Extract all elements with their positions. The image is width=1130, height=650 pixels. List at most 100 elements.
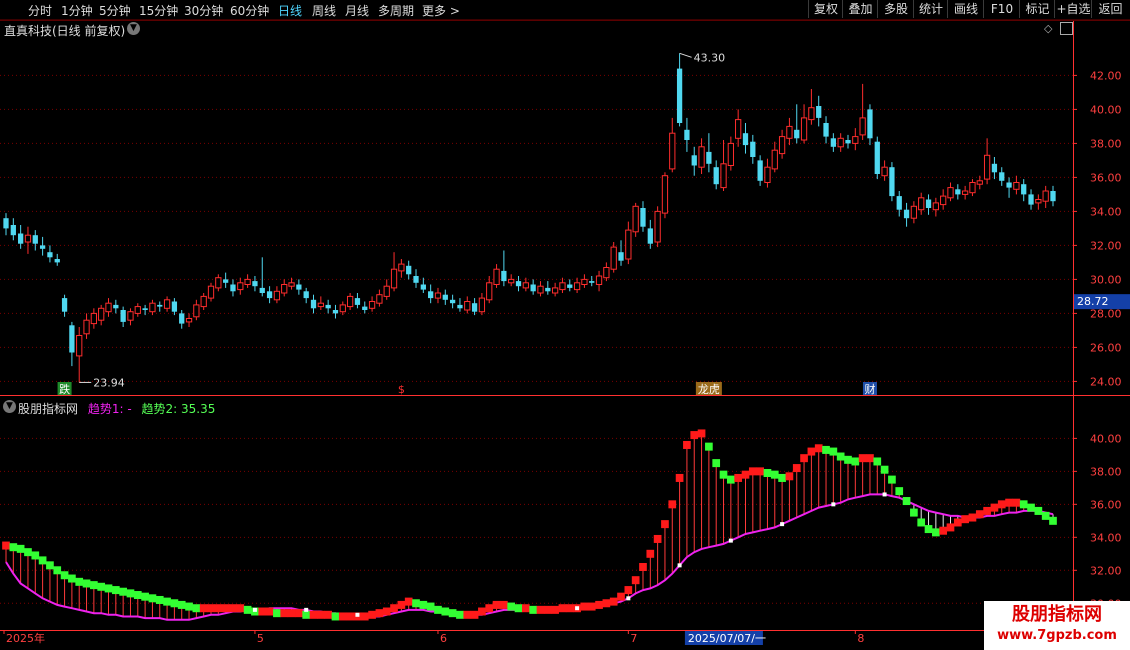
event-marker: 龙虎 <box>698 383 720 396</box>
trend2-block <box>631 576 640 585</box>
candle-up <box>134 306 141 314</box>
candle-up <box>852 136 859 144</box>
trend2-block <box>404 597 413 606</box>
trend2-block <box>690 431 699 440</box>
candle-up <box>910 205 918 219</box>
trend2-block <box>221 604 230 613</box>
trend2-block <box>163 597 171 606</box>
trend2-block <box>419 600 428 609</box>
trend2-block <box>360 612 369 621</box>
trend2-block <box>748 467 757 476</box>
trend2-block <box>126 589 135 598</box>
candle-down <box>39 245 46 249</box>
candle-down <box>61 298 68 312</box>
candle-up <box>727 142 734 166</box>
candle-down <box>647 228 653 244</box>
trend2-block <box>653 534 662 543</box>
trend2-block <box>155 595 164 604</box>
trend2-block <box>924 525 933 534</box>
trend2-block <box>390 604 398 613</box>
cursor-date: 2025/07/07/一 <box>688 632 766 645</box>
candle-up <box>346 295 354 308</box>
candle-up <box>581 278 588 285</box>
candle-down <box>120 310 126 322</box>
trend2-block <box>602 599 611 608</box>
trend2-block <box>514 604 523 613</box>
trend2-block <box>822 445 830 454</box>
trend2-block <box>287 609 296 618</box>
candle-down <box>589 281 595 283</box>
trend2-block <box>866 454 874 463</box>
candle-up <box>573 282 581 291</box>
signal-marker <box>728 538 733 543</box>
trend2-block <box>683 440 691 449</box>
candle-down <box>845 140 851 144</box>
y-tick-label: 34.00 <box>1090 531 1122 544</box>
y-tick-label: 28.00 <box>1090 307 1122 320</box>
candle-up <box>493 268 500 286</box>
high-pointer <box>679 52 692 58</box>
trend2-block <box>214 604 223 613</box>
trend2-block <box>68 574 76 583</box>
candle-up <box>983 154 991 180</box>
candle-down <box>750 141 756 157</box>
trend2-block <box>587 602 596 611</box>
candle-up <box>193 304 200 318</box>
candle-up <box>559 282 566 291</box>
candle-up <box>434 292 442 299</box>
trend2-block <box>31 551 40 560</box>
signal-marker <box>575 606 580 611</box>
candle-down <box>903 209 910 219</box>
trend2-block <box>910 508 918 517</box>
trend2-block <box>38 556 47 565</box>
candle-down <box>3 218 9 229</box>
candle-down <box>413 276 419 283</box>
trend2-block <box>975 510 984 519</box>
candle-up <box>368 301 376 309</box>
trend2-block <box>507 602 516 611</box>
trend2-block <box>75 577 84 586</box>
candle-down <box>142 308 148 310</box>
x-tick-label: 5 <box>257 632 264 645</box>
trend2-block <box>397 600 406 609</box>
trend2-block <box>141 592 149 601</box>
trend2-block <box>148 594 157 603</box>
candle-up <box>185 318 193 323</box>
low-annotation: 23.94 <box>93 376 125 389</box>
trend2-block <box>258 607 267 616</box>
trend2-block <box>543 605 552 614</box>
candle-up <box>962 190 969 195</box>
trend2-block <box>661 520 669 529</box>
candle-down <box>252 281 258 287</box>
trend2-block <box>551 605 559 614</box>
trend2-block <box>456 610 464 619</box>
trend2-block <box>309 610 318 619</box>
trend2-block <box>434 605 442 614</box>
trend2-block <box>668 500 677 509</box>
candle-down <box>266 291 273 299</box>
trend2-block <box>265 607 274 616</box>
candle-down <box>230 284 236 292</box>
trend2-block <box>873 457 882 466</box>
trend2-block <box>60 571 69 580</box>
candle-up <box>764 166 771 183</box>
trend2-block <box>2 541 10 550</box>
y-tick-label: 26.00 <box>1090 341 1122 354</box>
y-tick-label: 40.00 <box>1090 103 1122 116</box>
candle-up <box>859 117 866 136</box>
trend2-block <box>111 586 120 595</box>
candle-down <box>545 287 551 292</box>
candle-up <box>537 285 544 294</box>
candle-up <box>486 282 493 301</box>
trend2-block <box>441 607 450 616</box>
trend2-block <box>82 579 91 588</box>
candle-up <box>654 210 661 243</box>
trend2-block <box>236 604 245 613</box>
trend2-block <box>953 518 962 527</box>
candle-up <box>464 301 471 311</box>
trend2-block <box>734 473 743 482</box>
trend2-block <box>558 604 567 613</box>
trend2-block <box>324 610 332 619</box>
trend2-block <box>807 447 816 456</box>
candle-down <box>18 233 24 244</box>
